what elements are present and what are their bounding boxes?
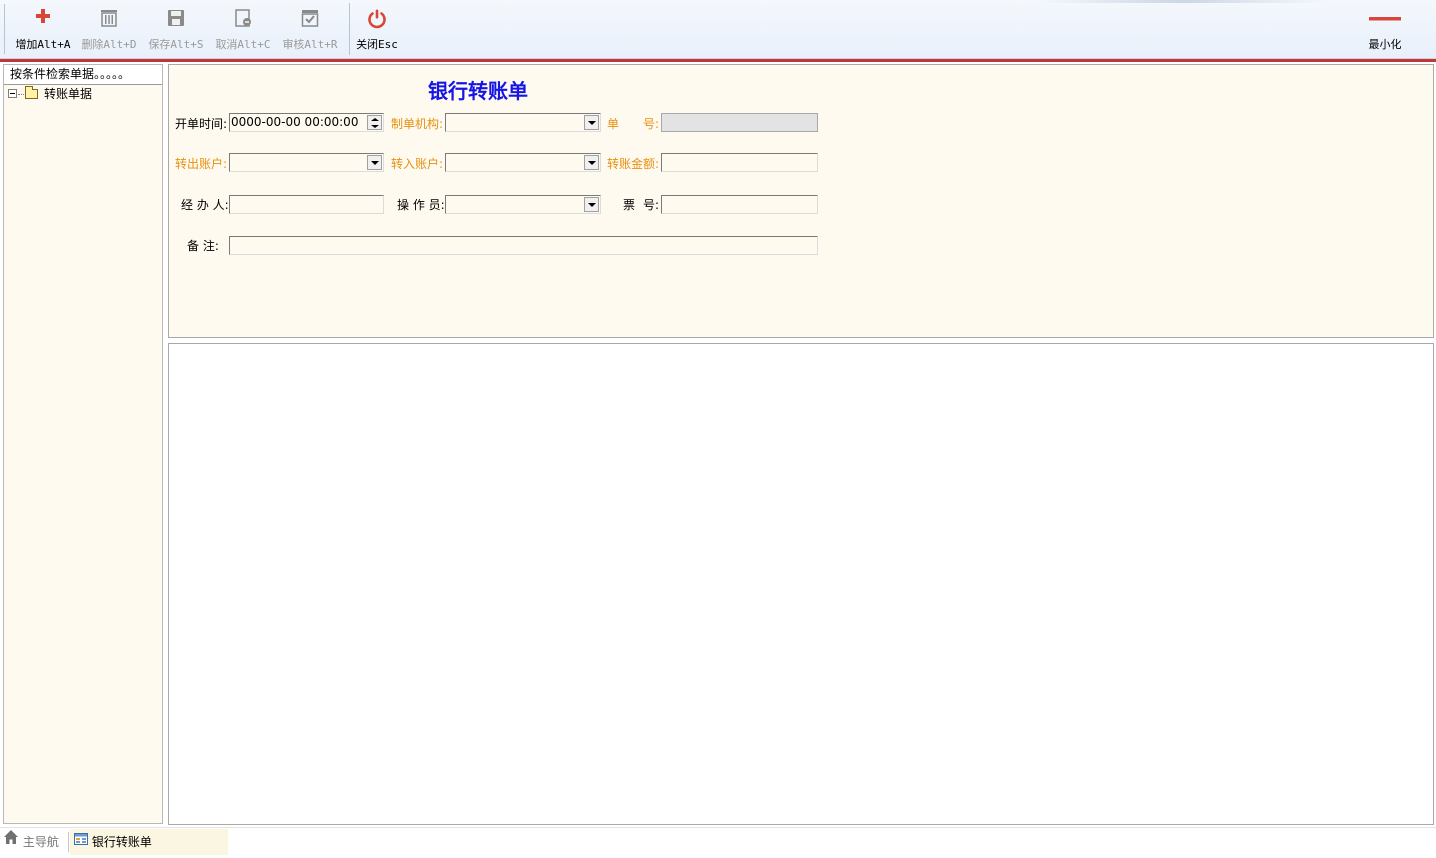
toolbar-separator: [349, 3, 350, 55]
cancel-button-label: 取消Alt+C: [215, 38, 271, 51]
approve-button[interactable]: 审核Alt+R: [281, 8, 339, 54]
toolbar-highlight: [1040, 0, 1324, 3]
toolbar-accent-line: [0, 59, 1436, 62]
home-icon: [3, 828, 19, 854]
trash-icon: [80, 8, 138, 32]
handler-label: 经 办 人:: [181, 198, 229, 212]
power-icon: [354, 8, 400, 32]
out-account-select[interactable]: [229, 153, 384, 172]
chevron-down-icon[interactable]: [584, 155, 599, 170]
ticket-no-label-b: 号:: [643, 198, 660, 212]
toolbar: 增加Alt+A 删除Alt+D 保存Alt+S 取消Alt+C 审核Alt+R …: [0, 0, 1436, 62]
folder-icon: [25, 85, 38, 99]
doc-no-label-a: 单: [607, 117, 620, 131]
ticket-no-label-a: 票: [623, 198, 636, 212]
delete-button[interactable]: 删除Alt+D: [80, 8, 138, 54]
approve-icon: [281, 8, 339, 32]
add-button[interactable]: 增加Alt+A: [14, 8, 72, 54]
ticket-no-input[interactable]: [661, 195, 818, 214]
detail-grid[interactable]: [168, 343, 1434, 825]
save-icon: [147, 8, 205, 32]
tab-divider: [68, 832, 69, 852]
save-button-label: 保存Alt+S: [148, 38, 204, 51]
amount-input[interactable]: [661, 153, 818, 172]
close-button-label: 关闭Esc: [356, 38, 398, 51]
tree-connector: [18, 94, 24, 95]
remark-label: 备 注:: [187, 239, 219, 253]
tab-main-nav-label: 主导航: [22, 835, 59, 849]
remark-input[interactable]: [229, 236, 818, 255]
minimize-icon: [1362, 8, 1408, 32]
transfer-form-panel: 银行转账单 开单时间: 0000-00-00 00:00:00 制单机构: 单 …: [168, 64, 1434, 338]
tree-node-label: 转账单据: [44, 87, 93, 101]
form-icon: [74, 828, 88, 854]
operator-label: 操 作 员:: [397, 198, 445, 212]
tab-main-nav[interactable]: 主导航: [3, 829, 68, 855]
doc-no-label-b: 号:: [643, 117, 660, 131]
open-time-input[interactable]: 0000-00-00 00:00:00: [229, 113, 384, 132]
minimize-button-label: 最小化: [1368, 38, 1402, 51]
search-panel-header[interactable]: 按条件检索单据。。。。。: [4, 65, 162, 85]
toolbar-edge: [4, 4, 5, 54]
delete-button-label: 删除Alt+D: [81, 38, 137, 51]
cancel-button[interactable]: 取消Alt+C: [214, 8, 272, 54]
plus-icon: [14, 8, 72, 32]
org-select[interactable]: [445, 113, 601, 132]
search-tree-panel: 按条件检索单据。。。。。 转账单据: [3, 64, 163, 824]
cancel-doc-icon: [214, 8, 272, 32]
open-time-value: 0000-00-00 00:00:00: [231, 115, 359, 129]
minimize-button[interactable]: 最小化: [1362, 8, 1408, 54]
collapse-icon[interactable]: [8, 89, 17, 98]
out-account-label: 转出账户:: [175, 157, 228, 171]
close-button[interactable]: 关闭Esc: [354, 8, 400, 54]
in-account-label: 转入账户:: [391, 157, 444, 171]
tree-node-transfer-docs[interactable]: 转账单据: [8, 85, 93, 102]
chevron-down-icon[interactable]: [367, 155, 382, 170]
in-account-select[interactable]: [445, 153, 601, 172]
approve-button-label: 审核Alt+R: [282, 38, 338, 51]
spin-buttons-icon[interactable]: [367, 115, 382, 130]
form-title: 银行转账单: [428, 79, 528, 103]
chevron-down-icon[interactable]: [584, 197, 599, 212]
tab-bank-transfer[interactable]: 银行转账单: [70, 829, 228, 855]
add-button-label: 增加Alt+A: [15, 38, 71, 51]
chevron-down-icon[interactable]: [584, 115, 599, 130]
handler-input[interactable]: [229, 195, 384, 214]
doc-no-field: [661, 113, 818, 132]
org-label: 制单机构:: [391, 117, 444, 131]
save-button[interactable]: 保存Alt+S: [147, 8, 205, 54]
bottom-tab-bar: 主导航 银行转账单: [0, 827, 1436, 858]
operator-select[interactable]: [445, 195, 601, 214]
amount-label: 转账金额:: [607, 157, 660, 171]
tab-bank-transfer-label: 银行转账单: [91, 835, 152, 849]
open-time-label: 开单时间:: [175, 117, 228, 131]
